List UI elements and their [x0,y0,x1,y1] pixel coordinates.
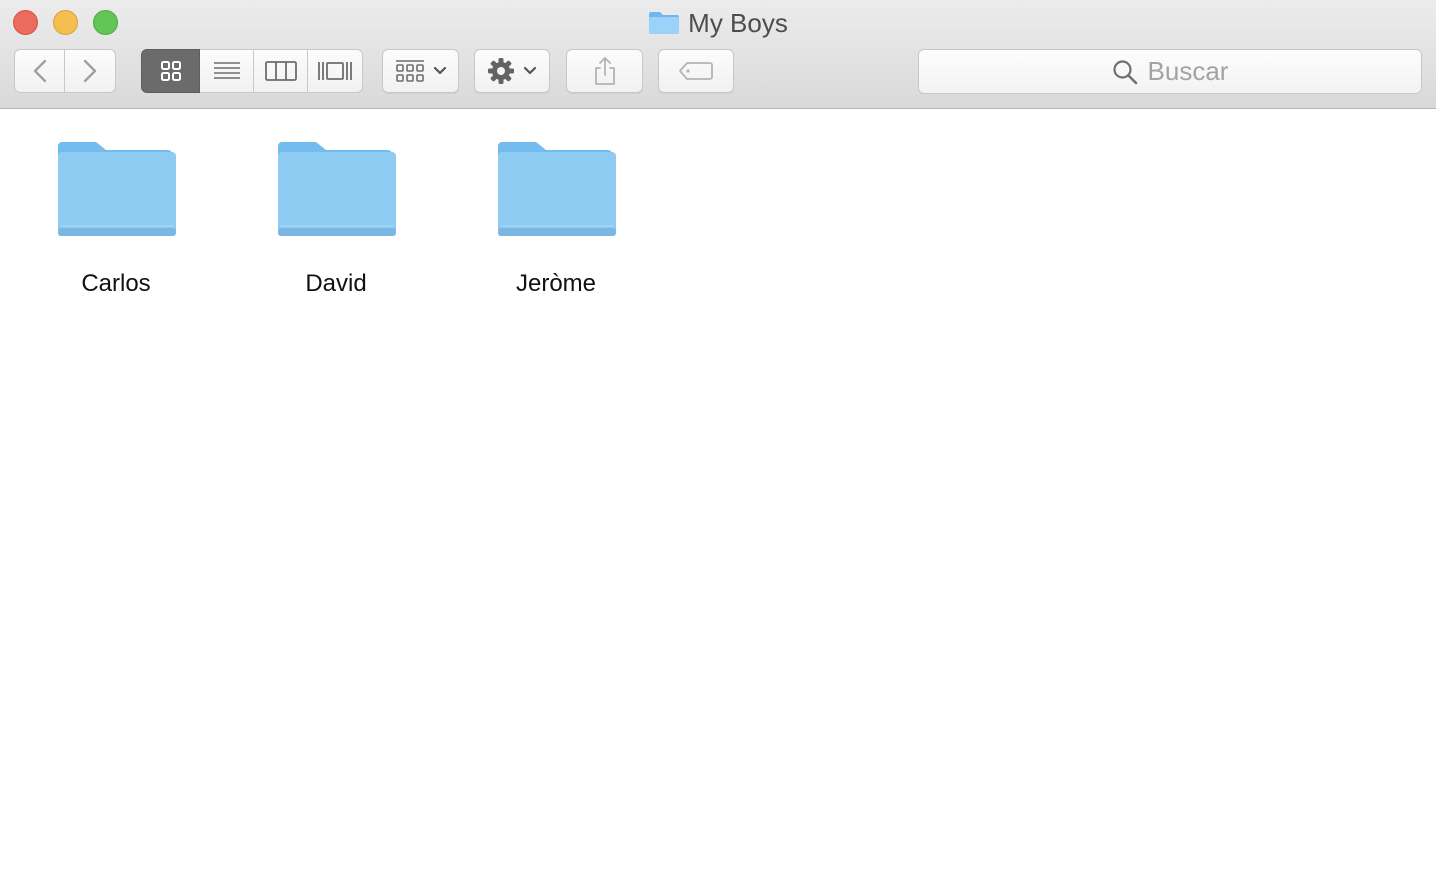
cover-flow-view-button[interactable] [308,49,363,93]
folder-item-david[interactable]: David [246,140,426,298]
folder-item-jerome[interactable]: Jeròme [466,140,646,298]
tag-button[interactable] [658,49,734,93]
folder-icon [278,142,396,236]
search-field[interactable]: Buscar [918,49,1422,94]
arrange-button[interactable] [382,49,459,93]
search-placeholder: Buscar [1147,56,1229,86]
chevron-right-icon [83,59,97,83]
column-view-button[interactable] [254,49,308,93]
tag-icon [679,62,713,80]
list-icon [213,62,240,79]
list-view-button[interactable] [200,49,254,93]
file-browser-content: Carlos David Jeròme [0,110,1436,872]
folder-icon [649,12,680,34]
gear-icon [488,58,514,84]
folder-item-carlos[interactable]: Carlos [26,140,206,298]
share-icon [594,57,615,85]
folder-label: Jeròme [515,270,597,297]
forward-button[interactable] [65,49,116,93]
columns-icon [264,61,297,81]
window-title: My Boys [688,7,788,38]
arrange-grid-icon [395,60,424,82]
titlebar: My Boys Buscar [0,0,1436,109]
folder-label: David [305,270,367,297]
cover-flow-icon [318,62,352,80]
window-title-area: My Boys [0,8,1436,38]
chevron-left-icon [33,59,46,83]
folder-icon [498,142,616,236]
view-mode-group [141,49,363,93]
chevron-down-icon [523,66,537,75]
back-button[interactable] [14,49,65,93]
grid-icon [160,61,181,81]
share-button[interactable] [566,49,643,93]
search-icon [1112,59,1137,84]
chevron-down-icon [433,66,446,75]
finder-window: My Boys Buscar Carlos David Jeròme [0,0,1436,872]
navigation-group [14,49,116,93]
action-menu-button[interactable] [474,49,550,93]
icon-view-button[interactable] [141,49,200,93]
folder-label: Carlos [81,270,151,297]
folder-icon [58,142,176,236]
